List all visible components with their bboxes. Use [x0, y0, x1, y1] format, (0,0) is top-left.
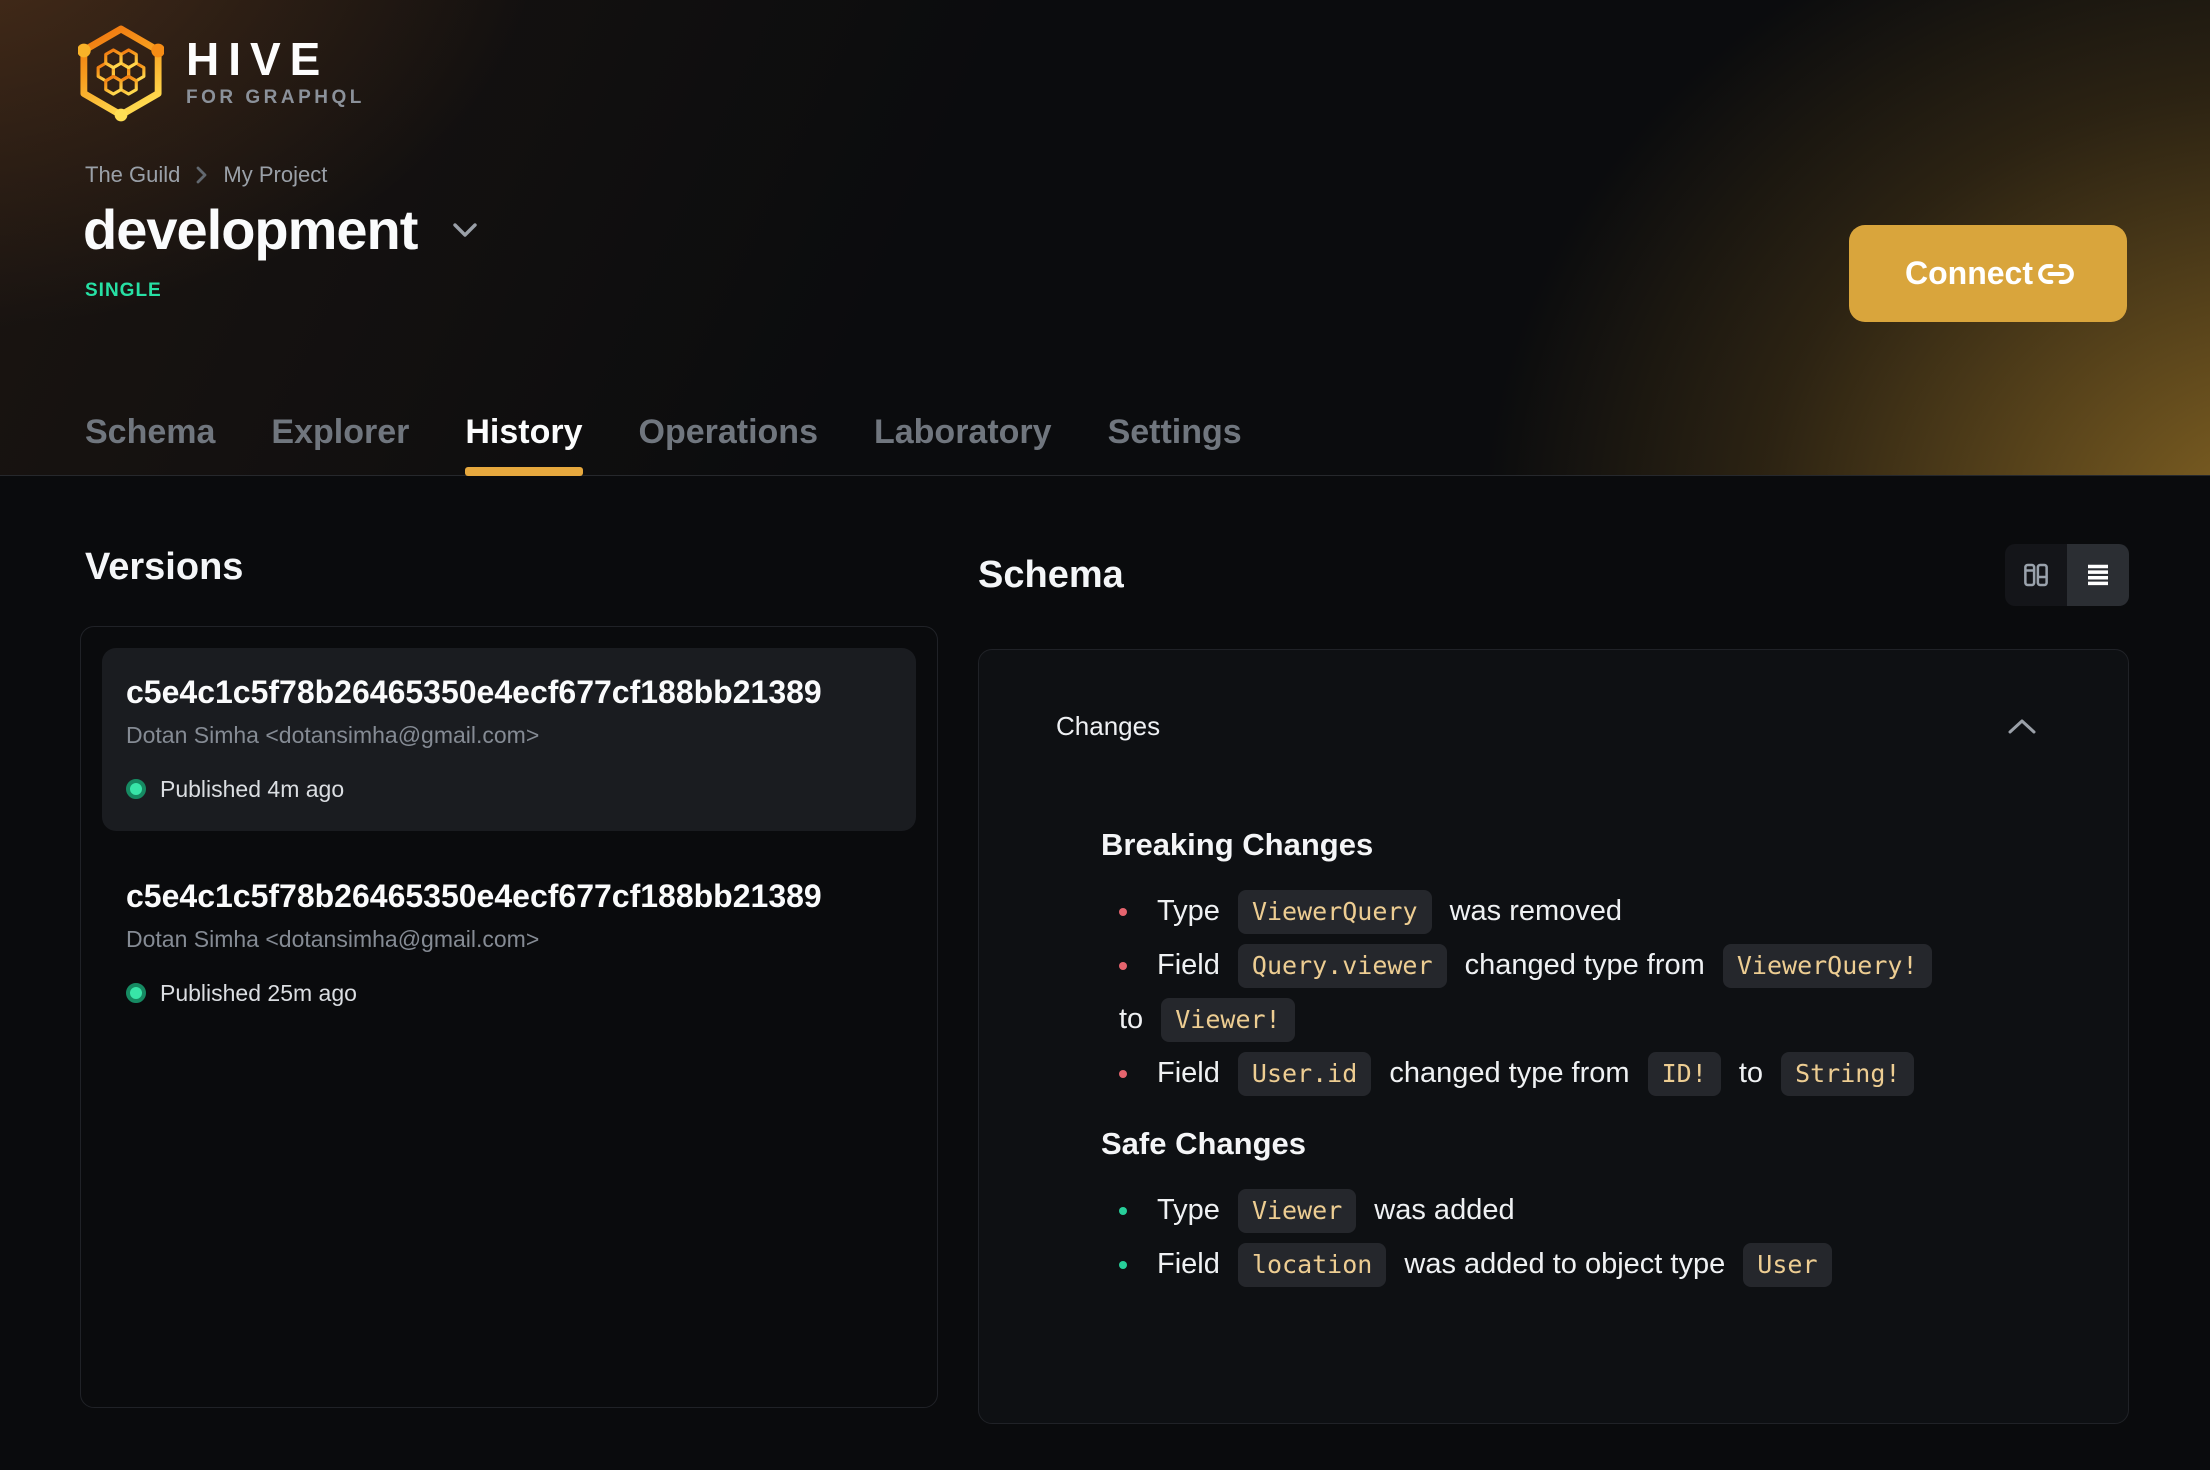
view-mode-toggle	[2005, 544, 2129, 606]
change-item: Field User.id changed type from ID! to S…	[1119, 1046, 2036, 1100]
changes-body: Breaking Changes Type ViewerQuery was rem…	[979, 825, 2128, 1291]
changes-collapse-header[interactable]: Changes	[979, 650, 2128, 746]
chevron-up-icon	[2008, 718, 2036, 734]
version-status-text: Published 25m ago	[160, 980, 357, 1006]
published-dot-icon	[126, 983, 146, 1003]
versions-heading: Versions	[85, 546, 244, 588]
change-item: Type ViewerQuery was removed	[1119, 884, 2036, 938]
code-chip: String!	[1781, 1052, 1915, 1096]
change-section-title: Breaking Changes	[1101, 827, 1374, 862]
change-list: Type Viewer was added Field location was…	[1101, 1183, 2036, 1291]
code-chip: ViewerQuery!	[1722, 944, 1932, 988]
version-status: Published 4m ago	[126, 774, 892, 804]
hive-logo-icon	[78, 22, 164, 122]
breadcrumb-org[interactable]: The Guild	[85, 160, 180, 190]
tab-settings[interactable]: Settings	[1108, 411, 1242, 475]
code-chip: User.id	[1237, 1052, 1372, 1096]
versions-section: Versions c5e4c1c5f78b26465350e4ecf677cf1…	[80, 544, 938, 1424]
list-view-icon	[2083, 560, 2113, 590]
hive-logo[interactable]: HIVE FOR GRAPHQL	[78, 22, 365, 122]
tab-explorer[interactable]: Explorer	[271, 411, 409, 475]
link-icon	[2037, 255, 2075, 293]
target-type-badge: SINGLE	[85, 280, 162, 301]
code-chip: ID!	[1647, 1052, 1721, 1096]
changes-panel: Changes Breaking Changes Type ViewerQuery…	[978, 649, 2129, 1424]
diff-view-icon	[2021, 560, 2051, 590]
code-chip: User	[1743, 1243, 1832, 1287]
target-selector[interactable]: development	[83, 196, 478, 264]
code-chip: ViewerQuery	[1237, 890, 1432, 934]
change-section-title: Safe Changes	[1101, 1126, 1307, 1161]
change-item: Type Viewer was added	[1119, 1183, 2036, 1237]
schema-heading: Schema	[978, 554, 1124, 596]
chevron-down-icon	[453, 223, 478, 237]
version-card[interactable]: c5e4c1c5f78b26465350e4ecf677cf188bb21389…	[102, 648, 916, 831]
change-item: Field location was added to object type …	[1119, 1237, 2036, 1291]
version-status-text: Published 4m ago	[160, 776, 345, 802]
code-chip: location	[1237, 1243, 1387, 1287]
version-author: Dotan Simha <dotansimha@gmail.com>	[126, 722, 540, 748]
tab-operations[interactable]: Operations	[639, 411, 818, 475]
code-chip: Viewer!	[1161, 998, 1295, 1042]
brand-name: HIVE	[186, 33, 330, 85]
version-hash: c5e4c1c5f78b26465350e4ecf677cf188bb21389	[126, 878, 822, 914]
version-card[interactable]: c5e4c1c5f78b26465350e4ecf677cf188bb21389…	[102, 852, 916, 1035]
header: HIVE FOR GRAPHQL The Guild My Project de…	[0, 0, 2210, 476]
version-hash: c5e4c1c5f78b26465350e4ecf677cf188bb21389	[126, 674, 822, 710]
content: Versions c5e4c1c5f78b26465350e4ecf677cf1…	[0, 544, 2210, 1424]
chevron-right-icon	[196, 166, 207, 184]
change-list: Type ViewerQuery was removed Field Query…	[1101, 884, 2036, 1100]
tab-history[interactable]: History	[465, 411, 583, 476]
schema-header-row: Schema	[978, 544, 2129, 606]
version-status: Published 25m ago	[126, 978, 892, 1008]
page-title: development	[83, 198, 418, 261]
changes-label: Changes	[1056, 711, 1161, 741]
code-chip: Viewer	[1237, 1189, 1357, 1233]
connect-button[interactable]: Connect	[1849, 225, 2127, 322]
tab-laboratory[interactable]: Laboratory	[874, 411, 1052, 475]
list-view-button[interactable]	[2067, 544, 2129, 606]
code-chip: Query.viewer	[1237, 944, 1447, 988]
published-dot-icon	[126, 779, 146, 799]
versions-list: c5e4c1c5f78b26465350e4ecf677cf188bb21389…	[80, 626, 938, 1408]
brand-tagline: FOR GRAPHQL	[186, 87, 365, 108]
version-author: Dotan Simha <dotansimha@gmail.com>	[126, 926, 540, 952]
tab-bar: Schema Explorer History Operations Laborator…	[85, 411, 1242, 476]
schema-section: Schema Changes Breaking Changes • Type V…	[978, 544, 2129, 1424]
change-item: Field Query.viewer changed type from Vie…	[1119, 938, 2036, 1046]
app-root: HIVE FOR GRAPHQL The Guild My Project de…	[0, 0, 2210, 1470]
breadcrumb-project[interactable]: My Project	[223, 160, 327, 190]
diff-view-button[interactable]	[2005, 544, 2067, 606]
breadcrumb: The Guild My Project	[85, 160, 327, 190]
tab-schema[interactable]: Schema	[85, 411, 215, 475]
connect-button-label: Connect	[1905, 255, 2033, 291]
